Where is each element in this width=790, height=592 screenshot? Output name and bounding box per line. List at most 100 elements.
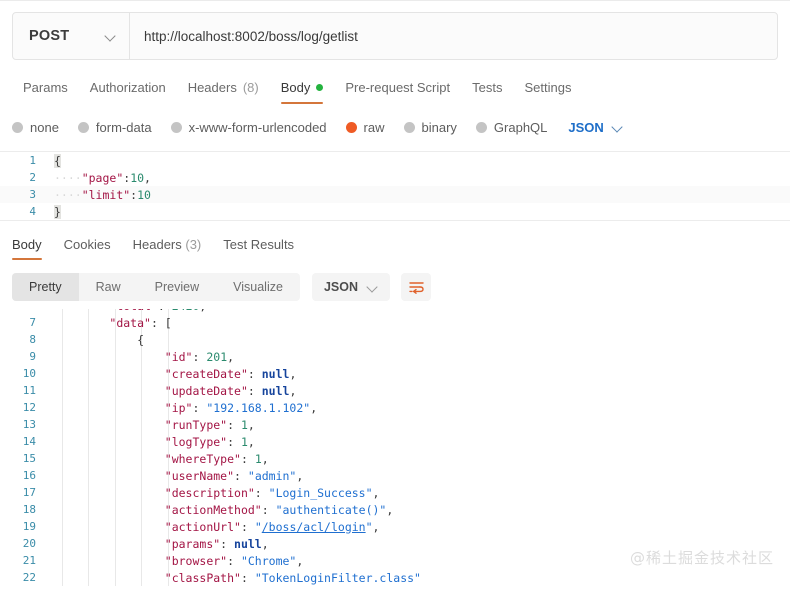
code-line: 19 "actionUrl": "/boss/acl/login",: [0, 518, 790, 535]
code-text: "createDate": null,: [164, 366, 297, 381]
line-number: 22: [22, 571, 36, 584]
code-text: "data": [: [109, 315, 172, 330]
response-tab-body[interactable]: Body: [12, 237, 53, 260]
tab-label: Test Results: [223, 237, 295, 252]
request-tab-params[interactable]: Params: [12, 80, 79, 104]
radio-indicator: [345, 121, 357, 133]
request-tab-pre-request-script[interactable]: Pre-request Script: [334, 80, 461, 104]
line-number: 14: [22, 435, 36, 448]
radio-indicator: [12, 121, 23, 133]
code-text: "browser": "Chrome",: [164, 553, 304, 568]
tab-label: Pre-request Script: [345, 80, 451, 95]
line-number: 21: [22, 554, 36, 567]
code-text: "logType": 1,: [164, 434, 255, 449]
line-number: 11: [22, 384, 36, 397]
line-number: 18: [22, 503, 36, 516]
chevron-down-icon: [612, 122, 623, 133]
response-view-visualize[interactable]: Visualize: [216, 273, 300, 301]
tab-label: Params: [23, 80, 68, 95]
request-format-selector[interactable]: JSON: [568, 120, 622, 135]
code-text: "classPath": "TokenLoginFilter.class": [164, 570, 421, 585]
body-type-binary[interactable]: binary: [403, 119, 457, 135]
tab-label: Body: [280, 80, 311, 95]
body-type-raw[interactable]: raw: [345, 119, 385, 135]
code-text: {: [54, 153, 61, 168]
line-number: 7: [29, 316, 36, 329]
body-type-radio-group: none form-data x-www-form-urlencoded raw bin…: [0, 104, 790, 141]
code-line: 16 "userName": "admin",: [0, 467, 790, 484]
line-number: 6: [0, 309, 46, 312]
code-line: 13 "runType": 1,: [0, 416, 790, 433]
tab-count: (3): [185, 237, 202, 252]
tab-label: Cookies: [63, 237, 111, 252]
line-number: 4: [29, 205, 36, 218]
response-view-raw[interactable]: Raw: [79, 273, 138, 301]
request-url-bar: POST http://localhost:8002/boss/log/getl…: [12, 12, 778, 60]
line-number: 8: [29, 333, 36, 346]
code-line: 3 ····"limit":10: [0, 186, 790, 203]
code-text: "updateDate": null,: [164, 383, 297, 398]
body-type-form-data[interactable]: form-data: [77, 119, 152, 135]
request-tab-headers[interactable]: Headers (8): [177, 80, 270, 104]
response-view-pretty[interactable]: Pretty: [12, 273, 79, 301]
chevron-down-icon: [105, 31, 116, 42]
line-number: 2: [29, 171, 36, 184]
radio-label: form-data: [95, 119, 152, 135]
response-format-label: JSON: [323, 280, 358, 294]
radio-indicator: [77, 121, 89, 133]
code-text: "ip": "192.168.1.102",: [164, 400, 318, 415]
response-tab-test-results[interactable]: Test Results: [212, 237, 305, 260]
radio-label: none: [30, 119, 59, 135]
body-type-graphql[interactable]: GraphQL: [475, 119, 548, 135]
line-number: 12: [22, 401, 36, 414]
code-line: 4}: [0, 203, 790, 220]
tab-label: Headers: [132, 237, 186, 252]
request-tab-tests[interactable]: Tests: [461, 80, 513, 104]
code-text: "runType": 1,: [164, 417, 255, 432]
code-line: 21 "browser": "Chrome",: [0, 552, 790, 569]
response-tab-headers[interactable]: Headers (3): [122, 237, 213, 260]
radio-label: x-www-form-urlencoded: [188, 119, 327, 135]
response-body-viewer[interactable]: 6 "total": 2420,7 "data": [8 {9 "id": 20…: [0, 309, 790, 586]
code-line: 18 "actionMethod": "authenticate()",: [0, 501, 790, 518]
line-number: 19: [22, 520, 36, 533]
request-tab-authorization[interactable]: Authorization: [79, 80, 177, 104]
line-number: 20: [22, 537, 36, 550]
request-body-editor[interactable]: 1{2 ····"page":10, 3 ····"limit":10 4}: [0, 151, 790, 221]
line-number: 9: [29, 350, 36, 363]
request-tab-body[interactable]: Body: [270, 80, 335, 104]
code-text: "total": 2420,: [46, 309, 790, 313]
code-text: ····"page":10,: [54, 170, 151, 185]
radio-indicator: [403, 121, 415, 133]
code-text: "actionUrl": "/boss/acl/login",: [164, 519, 380, 534]
response-format-selector[interactable]: JSON: [311, 273, 390, 301]
code-line: 14 "logType": 1,: [0, 433, 790, 450]
wrap-lines-icon: [408, 281, 424, 294]
body-type-none[interactable]: none: [12, 120, 59, 135]
line-number: 15: [22, 452, 36, 465]
body-type-x-www-form-urlencoded[interactable]: x-www-form-urlencoded: [170, 119, 327, 135]
code-line: 12 "ip": "192.168.1.102",: [0, 399, 790, 416]
url-input[interactable]: http://localhost:8002/boss/log/getlist: [130, 13, 777, 59]
response-view-preview[interactable]: Preview: [138, 273, 216, 301]
http-method-selector[interactable]: POST: [13, 13, 130, 59]
top-divider: [0, 0, 790, 1]
line-number: 13: [22, 418, 36, 431]
radio-label: GraphQL: [493, 119, 548, 135]
code-line: 15 "whereType": 1,: [0, 450, 790, 467]
postman-window: POST http://localhost:8002/boss/log/getl…: [0, 0, 790, 592]
line-number: 3: [29, 188, 36, 201]
radio-label: raw: [363, 119, 385, 135]
line-number: 16: [22, 469, 36, 482]
code-text: ····"limit":10: [54, 187, 151, 202]
response-tab-cookies[interactable]: Cookies: [53, 237, 122, 260]
code-text: "id": 201,: [164, 349, 235, 364]
request-tabs: Params Authorization Headers (8) Body Pre-req…: [0, 72, 790, 104]
radio-label: binary: [421, 119, 457, 135]
response-view-toolbar: Pretty Raw Preview Visualize JSON: [0, 260, 790, 305]
wrap-lines-button[interactable]: [401, 273, 431, 301]
code-text: "params": null,: [164, 536, 269, 551]
code-text: }: [54, 204, 61, 219]
chevron-down-icon: [367, 282, 378, 293]
request-tab-settings[interactable]: Settings: [513, 80, 582, 104]
